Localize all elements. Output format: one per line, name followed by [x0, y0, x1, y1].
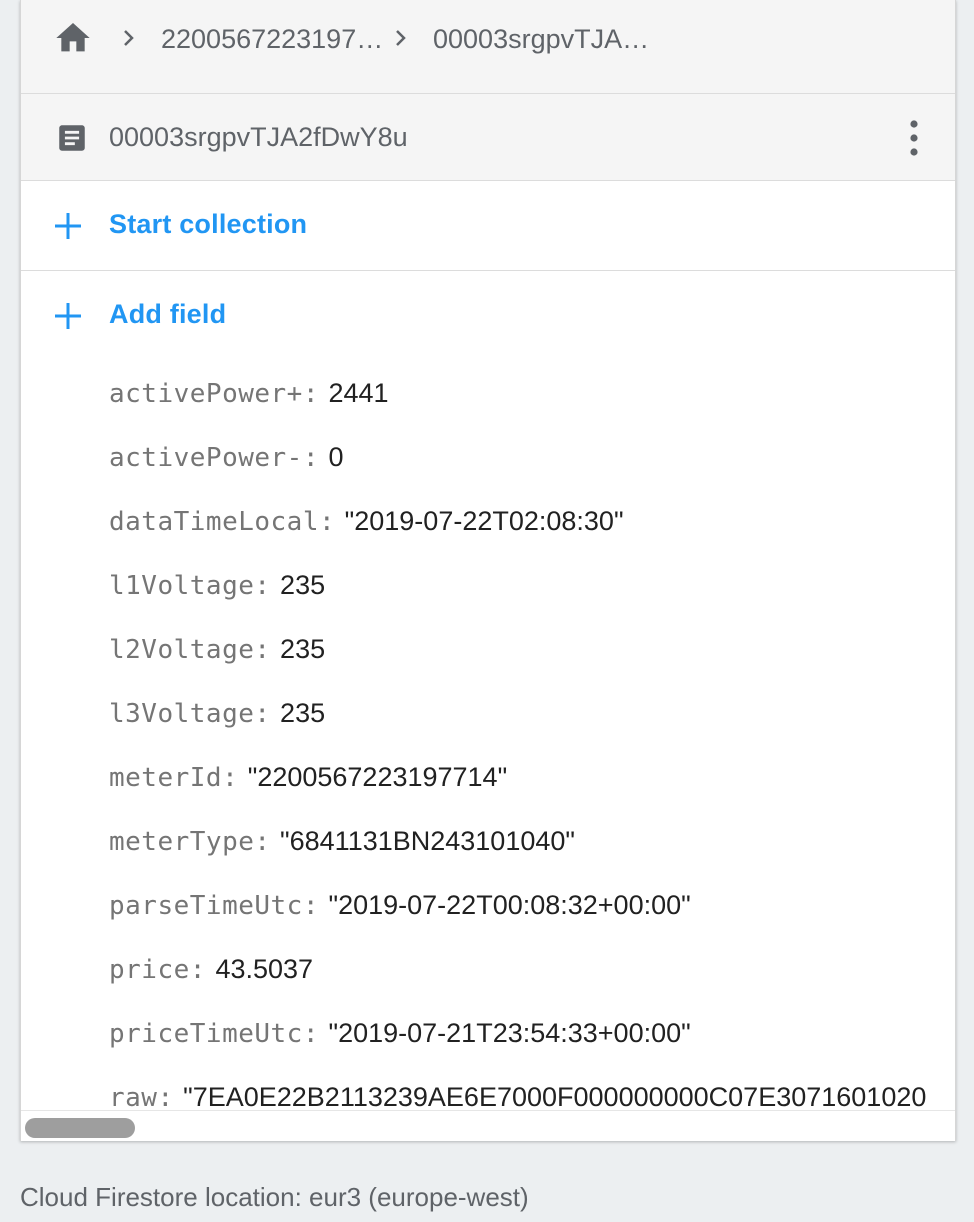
- breadcrumb: 2200567223197… 00003srgpvTJA…: [21, 0, 955, 94]
- field-name: meterType: [109, 827, 255, 857]
- chevron-right-icon: [391, 26, 411, 50]
- field-row[interactable]: activePower-: 0: [109, 425, 955, 489]
- add-field-label: Add field: [109, 299, 227, 329]
- field-row[interactable]: meterType: "6841131BN243101040": [109, 809, 955, 873]
- plus-icon: [53, 301, 83, 331]
- field-value: 0: [328, 442, 344, 472]
- field-row[interactable]: parseTimeUtc: "2019-07-22T00:08:32+00:00": [109, 873, 955, 937]
- field-value: "7EA0E22B2113239AE6E7000F000000000C07E30…: [183, 1082, 927, 1112]
- field-name: priceTimeUtc: [109, 1019, 303, 1049]
- field-name: activePower-: [109, 443, 303, 473]
- scrollbar-thumb[interactable]: [25, 1118, 135, 1138]
- field-name: l1Voltage: [109, 571, 255, 601]
- field-list: activePower+: 2441 activePower-: 0 dataTim…: [109, 361, 955, 1129]
- more-vert-icon[interactable]: [901, 118, 927, 158]
- field-row[interactable]: dataTimeLocal: "2019-07-22T02:08:30": [109, 489, 955, 553]
- field-value: "6841131BN243101040": [280, 826, 575, 856]
- field-value: "2019-07-22T00:08:32+00:00": [328, 890, 691, 920]
- field-value: "2019-07-21T23:54:33+00:00": [328, 1018, 691, 1048]
- field-value: 2441: [328, 378, 389, 408]
- field-row[interactable]: price: 43.5037: [109, 937, 955, 1001]
- breadcrumb-collection[interactable]: 2200567223197…: [161, 22, 383, 56]
- horizontal-scrollbar[interactable]: [21, 1110, 955, 1141]
- home-icon[interactable]: [53, 18, 93, 58]
- field-value: 235: [280, 570, 326, 600]
- add-field-button[interactable]: Add field: [21, 271, 955, 361]
- document-id: 00003srgpvTJA2fDwY8u: [109, 122, 408, 152]
- field-name: parseTimeUtc: [109, 891, 303, 921]
- document-panel: 2200567223197… 00003srgpvTJA… 00003srgpv…: [20, 0, 956, 1141]
- document-header: 00003srgpvTJA2fDwY8u: [21, 94, 955, 181]
- firestore-location: Cloud Firestore location: eur3 (europe-w…: [20, 1182, 529, 1212]
- field-row[interactable]: priceTimeUtc: "2019-07-21T23:54:33+00:00": [109, 1001, 955, 1065]
- field-name: l3Voltage: [109, 699, 255, 729]
- field-name: raw: [109, 1083, 158, 1113]
- field-name: dataTimeLocal: [109, 507, 319, 537]
- field-value: 235: [280, 698, 326, 728]
- field-row[interactable]: activePower+: 2441: [109, 361, 955, 425]
- start-collection-button[interactable]: Start collection: [21, 181, 955, 271]
- field-name: price: [109, 955, 190, 985]
- field-row[interactable]: l1Voltage: 235: [109, 553, 955, 617]
- plus-icon: [53, 211, 83, 241]
- field-name: activePower+: [109, 379, 303, 409]
- field-row[interactable]: l2Voltage: 235: [109, 617, 955, 681]
- chevron-right-icon: [119, 26, 139, 50]
- start-collection-label: Start collection: [109, 209, 308, 239]
- field-name: meterId: [109, 763, 223, 793]
- breadcrumb-document[interactable]: 00003srgpvTJA…: [433, 22, 649, 56]
- document-icon: [55, 121, 89, 155]
- field-row[interactable]: meterId: "2200567223197714": [109, 745, 955, 809]
- field-name: l2Voltage: [109, 635, 255, 665]
- field-value: 43.5037: [215, 954, 314, 984]
- field-value: "2019-07-22T02:08:30": [344, 506, 624, 536]
- field-row[interactable]: l3Voltage: 235: [109, 681, 955, 745]
- field-value: "2200567223197714": [247, 762, 508, 792]
- field-value: 235: [280, 634, 326, 664]
